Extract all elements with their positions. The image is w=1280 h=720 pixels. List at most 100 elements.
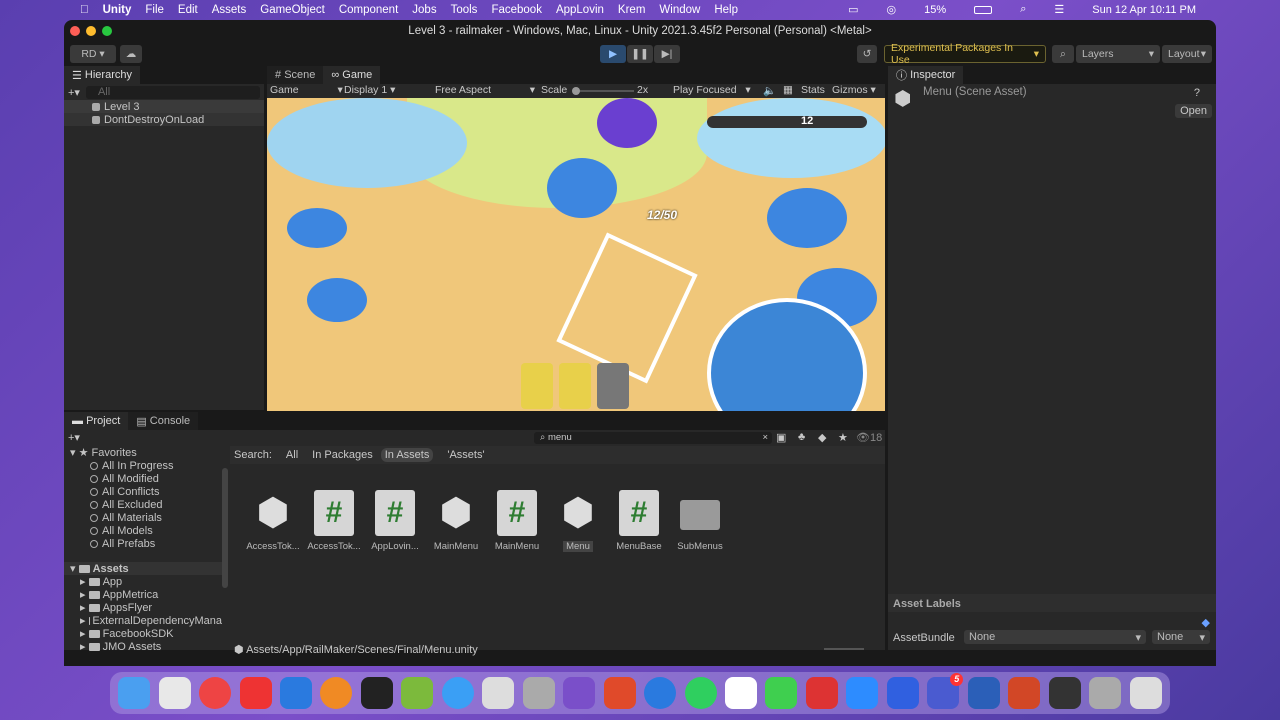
battery-percent[interactable]: 15% bbox=[924, 4, 946, 16]
layout-dropdown[interactable]: Layout ▾ bbox=[1162, 45, 1212, 63]
aspect-dropdown[interactable]: Free Aspect ▾ bbox=[435, 84, 535, 96]
asset-item-script[interactable]: # MainMenu bbox=[487, 490, 547, 552]
asset-item-scene[interactable]: ⬢ MainMenu bbox=[426, 490, 486, 552]
unity-hub-icon[interactable] bbox=[482, 677, 515, 709]
account-dropdown[interactable]: RD ▾ bbox=[70, 45, 116, 63]
menu-tools[interactable]: Tools bbox=[451, 4, 478, 16]
asset-bundle-dropdown[interactable]: None ▾ bbox=[964, 630, 1146, 644]
help-icon[interactable]: ? bbox=[1194, 87, 1200, 99]
speed-upgrade-button[interactable] bbox=[521, 363, 553, 409]
mp3-converter-icon[interactable] bbox=[644, 677, 677, 709]
search-icon[interactable]: ⌕ bbox=[1020, 3, 1026, 16]
search-icon[interactable]: ⌕ bbox=[1052, 45, 1074, 63]
word-icon[interactable] bbox=[967, 677, 1000, 709]
folder-item[interactable]: ▸ JMO Assets bbox=[64, 640, 222, 654]
menu-facebook[interactable]: Facebook bbox=[491, 4, 542, 16]
git-icon[interactable] bbox=[603, 677, 636, 709]
safari-icon[interactable] bbox=[441, 677, 474, 709]
folder-item[interactable]: ▸ App bbox=[64, 575, 222, 589]
hierarchy-item-level-3[interactable]: Level 3 bbox=[64, 100, 264, 113]
menu-applovin[interactable]: AppLovin bbox=[556, 4, 604, 16]
favorite-item[interactable]: All Models bbox=[64, 524, 222, 537]
favorite-item[interactable]: All Conflicts bbox=[64, 485, 222, 498]
finder-icon[interactable] bbox=[118, 677, 151, 709]
teams-icon[interactable]: 5 bbox=[927, 673, 964, 709]
menu-gameobject[interactable]: GameObject bbox=[260, 4, 325, 16]
add-button[interactable]: +▾ bbox=[68, 86, 80, 99]
game-viewport[interactable]: 12 12/50 bbox=[267, 98, 885, 411]
control-center-icon[interactable]: ☰ bbox=[1054, 3, 1064, 16]
pause-button[interactable]: ❚❚ bbox=[627, 45, 653, 63]
stats-button[interactable]: Stats bbox=[801, 84, 825, 96]
open-button[interactable]: Open bbox=[1175, 104, 1212, 118]
clock[interactable]: Sun 12 Apr 10:11 PM bbox=[1092, 4, 1196, 16]
play-focused-dropdown[interactable]: Play Focused ▾ bbox=[673, 84, 751, 96]
menu-assets[interactable]: Assets bbox=[212, 4, 247, 16]
create-button[interactable]: +▾ bbox=[68, 431, 80, 444]
folder-item[interactable]: ▸ ExternalDependencyMana bbox=[64, 614, 222, 628]
project-search-input[interactable]: ⌕ menu × bbox=[534, 432, 772, 444]
folder-item[interactable]: ▸ AppsFlyer bbox=[64, 601, 222, 615]
zoom-button[interactable] bbox=[102, 26, 112, 36]
scope-in-assets[interactable]: In Assets bbox=[380, 448, 434, 462]
minimize-button[interactable] bbox=[86, 26, 96, 36]
facetime-icon[interactable] bbox=[765, 677, 798, 709]
asset-item-script[interactable]: # MenuBase bbox=[609, 490, 669, 552]
wifi-icon[interactable]: ◎ bbox=[887, 3, 897, 16]
tab-game[interactable]: ∞ Game bbox=[323, 66, 381, 84]
scale-slider[interactable] bbox=[572, 87, 634, 95]
asset-variant-dropdown[interactable]: None ▾ bbox=[1152, 630, 1210, 644]
favorite-item[interactable]: All Materials bbox=[64, 511, 222, 524]
locked-power-button[interactable] bbox=[597, 363, 629, 409]
experimental-packages-dropdown[interactable]: Experimental Packages In Use ▾ bbox=[884, 42, 1046, 66]
asset-item-script[interactable]: # AccessTok... bbox=[304, 490, 364, 552]
layers-dropdown[interactable]: Layers ▾ bbox=[1076, 45, 1160, 63]
game-mode-dropdown[interactable]: Game ▾ bbox=[270, 84, 343, 96]
tab-project[interactable]: ▬ Project bbox=[64, 412, 129, 430]
tree-scrollbar[interactable] bbox=[222, 468, 228, 588]
menu-window[interactable]: Window bbox=[659, 4, 700, 16]
filter-by-label-icon[interactable]: ◆ bbox=[818, 431, 826, 444]
step-button[interactable]: ▶| bbox=[654, 45, 680, 63]
label-tag-icon[interactable]: ◆ bbox=[1202, 616, 1210, 629]
gizmos-button[interactable]: Gizmos ▾ bbox=[832, 84, 876, 96]
favorite-item[interactable]: All In Progress bbox=[64, 459, 222, 472]
screen-share-icon[interactable]: ▭ bbox=[848, 3, 858, 16]
chrome-icon[interactable] bbox=[199, 677, 232, 709]
history-icon[interactable]: ↺ bbox=[857, 45, 877, 63]
apple-icon[interactable]:  bbox=[80, 4, 89, 16]
visual-studio-icon[interactable] bbox=[563, 677, 596, 709]
close-button[interactable] bbox=[70, 26, 80, 36]
tab-console[interactable]: ▤ Console bbox=[128, 412, 199, 430]
asset-item-script[interactable]: # AppLovin... bbox=[365, 490, 425, 552]
tab-hierarchy[interactable]: ☰ Hierarchy bbox=[64, 66, 140, 84]
scope-assets-folder[interactable]: 'Assets' bbox=[447, 449, 484, 461]
zoom-icon[interactable] bbox=[846, 677, 879, 709]
tab-scene[interactable]: # Scene bbox=[267, 66, 324, 84]
powerpoint-icon[interactable] bbox=[1008, 677, 1041, 709]
blender-icon[interactable] bbox=[320, 677, 353, 709]
folder-item[interactable]: ▸ FacebookSDK bbox=[64, 627, 222, 641]
asset-item-folder[interactable]: SubMenus bbox=[670, 490, 730, 552]
menu-edit[interactable]: Edit bbox=[178, 4, 198, 16]
menu-krem[interactable]: Krem bbox=[618, 4, 645, 16]
favorite-item[interactable]: All Modified bbox=[64, 472, 222, 485]
unity-icon[interactable] bbox=[1048, 677, 1081, 709]
hierarchy-search[interactable]: All bbox=[85, 85, 260, 99]
folder-item[interactable]: ▸ AppMetrica bbox=[64, 588, 222, 602]
help-app-icon[interactable] bbox=[1089, 677, 1122, 709]
anydesk-icon[interactable] bbox=[239, 677, 272, 709]
launchpad-icon[interactable] bbox=[158, 677, 191, 709]
unknown-app-icon[interactable] bbox=[522, 677, 555, 709]
icon-size-slider[interactable] bbox=[824, 648, 864, 650]
play-button[interactable]: ▶ bbox=[600, 45, 626, 63]
favorites-header[interactable]: Favorites bbox=[92, 447, 137, 459]
menu-component[interactable]: Component bbox=[339, 4, 398, 16]
keyboard-icon[interactable]: ▦ bbox=[783, 84, 793, 96]
powerpoint-alt-icon[interactable] bbox=[805, 677, 838, 709]
activity-monitor-icon[interactable] bbox=[360, 677, 393, 709]
menu-unity[interactable]: Unity bbox=[103, 4, 132, 16]
display-dropdown[interactable]: Display 1 ▾ bbox=[344, 84, 395, 96]
menu-jobs[interactable]: Jobs bbox=[412, 4, 436, 16]
trash-icon[interactable] bbox=[1129, 677, 1162, 709]
